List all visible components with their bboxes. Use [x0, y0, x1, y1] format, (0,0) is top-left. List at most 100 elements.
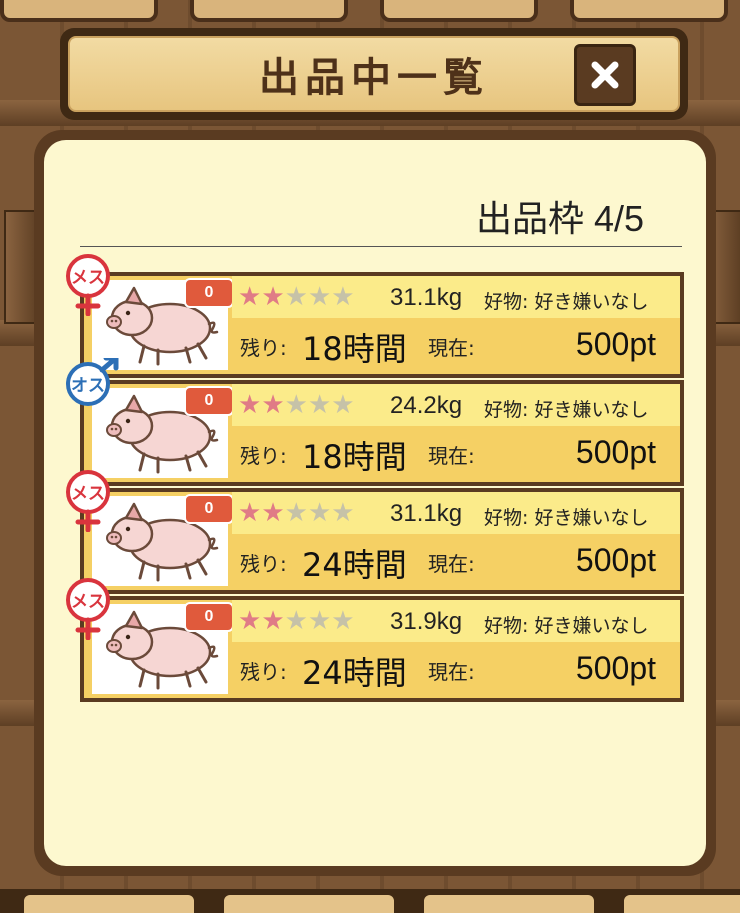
listing-info-top: ★★★★★ 31.1kg 好物: 好き嫌いなし	[232, 492, 680, 534]
listing-info-top: ★★★★★ 31.9kg 好物: 好き嫌いなし	[232, 600, 680, 642]
star-empty-icon: ★	[284, 390, 308, 420]
listing-row-body: 0 ★★★★★ 24.2kg 好物: 好き嫌いなし 残り: 18時間 現在: 5…	[84, 384, 680, 482]
star-filled-icon: ★	[238, 390, 262, 420]
sex-badge: メス	[64, 574, 120, 644]
sex-badge: メス	[64, 466, 120, 536]
weight-value: 31.9kg	[390, 608, 463, 635]
star-empty-icon: ★	[331, 498, 355, 528]
count-value: 0	[204, 608, 214, 625]
male-symbol-icon: オス	[66, 355, 119, 406]
remaining-label: 残り:	[240, 336, 287, 360]
rating-stars: ★★★★★	[238, 282, 355, 312]
star-empty-icon: ★	[284, 282, 308, 312]
star-filled-icon: ★	[238, 498, 262, 528]
bottom-tab[interactable]	[20, 891, 198, 913]
dialog-title: 出品中一覧	[259, 55, 489, 101]
star-filled-icon: ★	[238, 282, 262, 312]
current-price: 500pt	[575, 542, 656, 578]
listing-info-top: ★★★★★ 31.1kg 好物: 好き嫌いなし	[232, 276, 680, 318]
female-symbol-icon: メス	[66, 578, 110, 641]
star-empty-icon: ★	[284, 498, 308, 528]
sex-label: メス	[71, 484, 105, 504]
current-price: 500pt	[575, 650, 656, 686]
star-empty-icon: ★	[307, 606, 332, 636]
favorite-food: 好物: 好き嫌いなし	[484, 507, 649, 529]
female-symbol-icon: メス	[66, 254, 110, 317]
favorite-food: 好物: 好き嫌いなし	[484, 399, 649, 421]
star-empty-icon: ★	[307, 498, 332, 528]
listing-info-bottom: 残り: 24時間 現在: 500pt	[232, 642, 680, 698]
bottom-tab[interactable]	[620, 891, 740, 913]
listing-row-body: 0 ★★★★★ 31.9kg 好物: 好き嫌いなし 残り: 24時間 現在: 5…	[84, 600, 680, 698]
count-badge: 0	[184, 386, 234, 416]
current-label: 現在:	[428, 660, 475, 684]
remaining-time: 24時間	[302, 654, 407, 692]
star-filled-icon: ★	[261, 498, 285, 528]
divider	[80, 246, 682, 247]
star-filled-icon: ★	[261, 606, 285, 636]
listing-info-bottom: 残り: 18時間 現在: 500pt	[232, 426, 680, 482]
count-badge: 0	[184, 602, 234, 632]
top-tab	[570, 0, 728, 22]
sex-label: オス	[71, 376, 105, 396]
star-empty-icon: ★	[331, 282, 355, 312]
top-tab	[380, 0, 538, 22]
close-icon	[587, 57, 623, 93]
listing-info-top: ★★★★★ 24.2kg 好物: 好き嫌いなし	[232, 384, 680, 426]
remaining-time: 18時間	[302, 330, 407, 368]
game-screen: 出品中一覧 出品枠 4/5 0 ★★★★★ 31.1kg 好物: 好き嫌いなし …	[0, 0, 740, 913]
star-empty-icon: ★	[331, 606, 355, 636]
remaining-time: 24時間	[302, 546, 407, 584]
listing-row-body: 0 ★★★★★ 31.1kg 好物: 好き嫌いなし 残り: 24時間 現在: 5…	[84, 492, 680, 590]
favorite-food: 好物: 好き嫌いなし	[484, 291, 649, 313]
current-label: 現在:	[428, 336, 475, 360]
star-empty-icon: ★	[331, 390, 355, 420]
count-value: 0	[204, 284, 214, 301]
current-price: 500pt	[575, 434, 656, 470]
listing-row[interactable]: 0 ★★★★★ 24.2kg 好物: 好き嫌いなし 残り: 18時間 現在: 5…	[66, 355, 684, 486]
star-empty-icon: ★	[307, 390, 332, 420]
top-tab	[190, 0, 348, 22]
current-label: 現在:	[428, 444, 475, 468]
rating-stars: ★★★★★	[238, 390, 355, 420]
star-filled-icon: ★	[261, 390, 285, 420]
bottom-tab[interactable]	[220, 891, 398, 913]
current-label: 現在:	[428, 552, 475, 576]
sex-label: メス	[71, 268, 105, 288]
top-tab	[0, 0, 158, 22]
bottom-tab[interactable]	[420, 891, 598, 913]
weight-value: 31.1kg	[390, 284, 463, 311]
listing-row[interactable]: 0 ★★★★★ 31.9kg 好物: 好き嫌いなし 残り: 24時間 現在: 5…	[66, 578, 684, 702]
remaining-label: 残り:	[240, 552, 287, 576]
count-value: 0	[204, 500, 214, 517]
star-empty-icon: ★	[307, 282, 332, 312]
weight-value: 31.1kg	[390, 500, 463, 527]
listing-row[interactable]: 0 ★★★★★ 31.1kg 好物: 好き嫌いなし 残り: 18時間 現在: 5…	[66, 254, 684, 378]
current-price: 500pt	[575, 326, 656, 362]
star-empty-icon: ★	[284, 606, 308, 636]
remaining-label: 残り:	[240, 660, 287, 684]
weight-value: 24.2kg	[390, 392, 463, 419]
listing-panel-body: 出品枠 4/5 0 ★★★★★ 31.1kg 好物: 好き嫌いなし 残り: 18…	[44, 140, 706, 866]
sex-badge: オス	[64, 355, 120, 428]
count-badge: 0	[184, 494, 234, 524]
listing-info-bottom: 残り: 18時間 現在: 500pt	[232, 318, 680, 374]
sex-label: メス	[71, 592, 105, 612]
star-filled-icon: ★	[261, 282, 285, 312]
rating-stars: ★★★★★	[238, 498, 355, 528]
close-button[interactable]	[574, 44, 636, 106]
dialog-header: 出品中一覧	[60, 28, 688, 120]
count-value: 0	[204, 392, 214, 409]
listing-row-body: 0 ★★★★★ 31.1kg 好物: 好き嫌いなし 残り: 18時間 現在: 5…	[84, 276, 680, 374]
slot-count: 出品枠 4/5	[475, 198, 644, 239]
favorite-food: 好物: 好き嫌いなし	[484, 615, 649, 637]
listing-panel: 出品枠 4/5 0 ★★★★★ 31.1kg 好物: 好き嫌いなし 残り: 18…	[34, 130, 716, 876]
remaining-time: 18時間	[302, 438, 407, 476]
rating-stars: ★★★★★	[238, 606, 355, 636]
remaining-label: 残り:	[240, 444, 287, 468]
listing-row[interactable]: 0 ★★★★★ 31.1kg 好物: 好き嫌いなし 残り: 24時間 現在: 5…	[66, 470, 684, 594]
listing-info-bottom: 残り: 24時間 現在: 500pt	[232, 534, 680, 590]
female-symbol-icon: メス	[66, 470, 110, 533]
star-filled-icon: ★	[238, 606, 262, 636]
sex-badge: メス	[64, 250, 120, 320]
